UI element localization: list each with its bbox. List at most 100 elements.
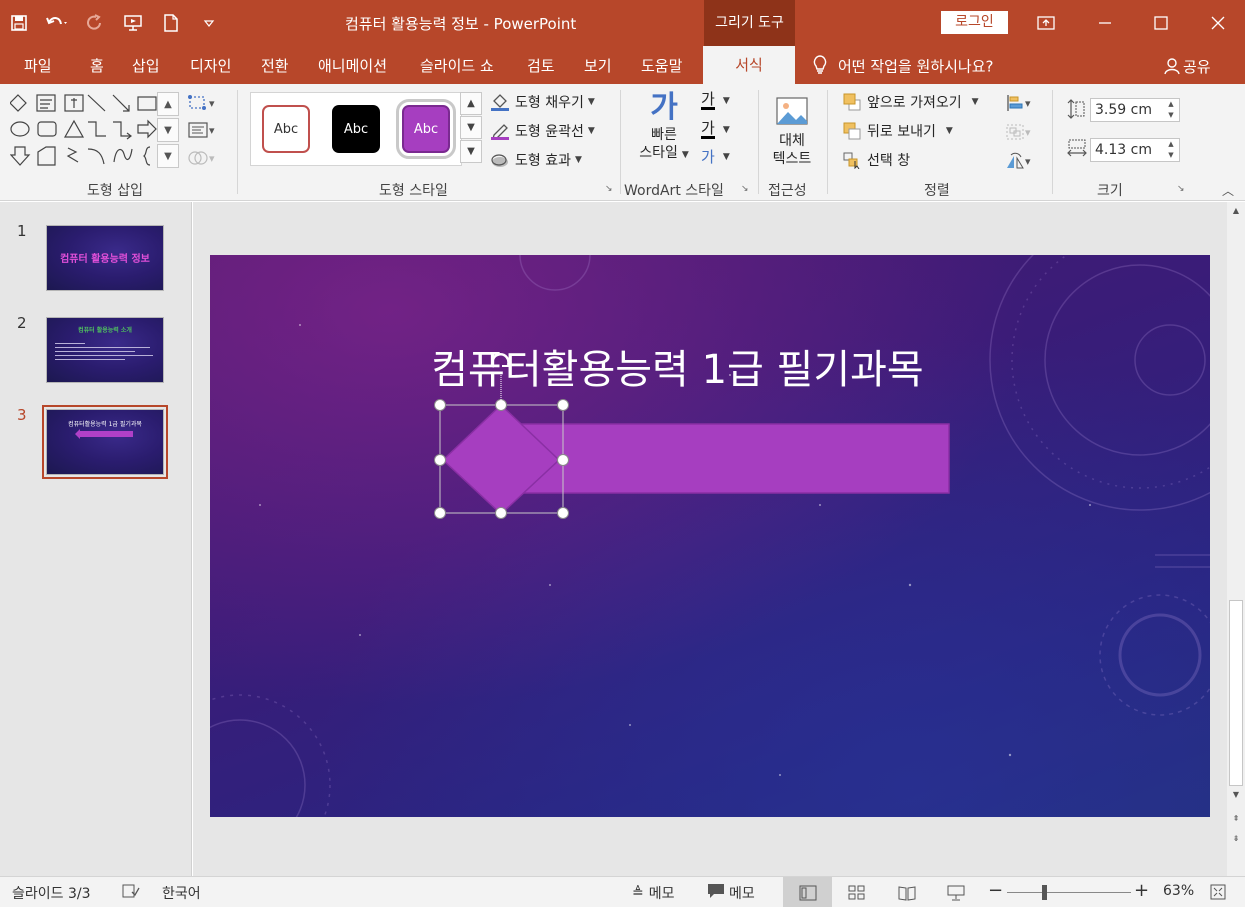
language-indicator[interactable]: 한국어 xyxy=(162,883,201,903)
share-button[interactable]: 공유 xyxy=(1164,56,1211,79)
style-swatch-black[interactable]: Abc xyxy=(332,105,380,153)
normal-view-icon[interactable] xyxy=(783,877,832,907)
tab-slideshow[interactable]: 슬라이드 쇼 xyxy=(420,55,494,76)
size-launcher-icon[interactable]: ↘ xyxy=(1177,184,1185,194)
tab-transitions[interactable]: 전환 xyxy=(261,55,289,76)
tab-design[interactable]: 디자인 xyxy=(190,55,231,76)
rotate-icon[interactable]: ▾ xyxy=(1005,150,1039,172)
shape-fill-button[interactable]: 도형 채우기 ▼ xyxy=(490,92,595,112)
slide-canvas[interactable]: 컴퓨터활용능력 1급 필기과목 xyxy=(210,255,1210,817)
slide-thumbnail-1[interactable]: 컴퓨터 활용능력 정보 xyxy=(46,225,164,291)
zoom-slider-track[interactable] xyxy=(1007,892,1131,893)
scroll-down-arrow-icon[interactable]: ▼ xyxy=(1229,790,1243,804)
slideshow-view-icon[interactable] xyxy=(947,885,965,901)
text-effects-button[interactable]: 가 ▼ xyxy=(701,149,730,165)
bring-forward-button[interactable]: 앞으로 가져오기 ▼ xyxy=(842,92,979,112)
selection-pane-button[interactable]: 선택 창 xyxy=(842,150,910,170)
tab-animations[interactable]: 애니메이션 xyxy=(318,55,387,76)
shapes-gallery-scroll[interactable]: ▲ ▼ ▼ xyxy=(157,92,181,170)
thumbnail-title-2: 컴퓨터 활용능력 소개 xyxy=(78,327,132,334)
shape-styles-launcher-icon[interactable]: ↘ xyxy=(605,184,613,194)
vertical-scrollbar[interactable]: ▲ ▼ ⇞ ⇟ xyxy=(1227,202,1245,876)
login-button[interactable]: 로그인 xyxy=(941,11,1008,34)
slide-thumbnail-2[interactable]: 컴퓨터 활용능력 소개 xyxy=(46,317,164,383)
new-file-icon[interactable] xyxy=(152,0,190,46)
redo-icon[interactable] xyxy=(76,0,114,46)
scrollbar-thumb[interactable] xyxy=(1229,600,1243,786)
group-label-arrange: 정렬 xyxy=(924,183,950,199)
minimize-icon[interactable] xyxy=(1077,0,1132,46)
tell-me-search[interactable]: 어떤 작업을 원하시나요? xyxy=(812,55,994,79)
rectangle-shape[interactable] xyxy=(521,423,950,494)
close-icon[interactable] xyxy=(1190,0,1245,46)
gallery-more-icon[interactable]: ▼ xyxy=(460,140,482,163)
title-bar: 컴퓨터 활용능력 정보 - PowerPoint 그리기 도구 로그인 xyxy=(0,0,1245,46)
style-swatch-purple[interactable]: Abc xyxy=(396,99,456,159)
pen-icon xyxy=(490,122,510,140)
width-spinner[interactable]: ▲ ▼ xyxy=(1163,139,1179,161)
tab-file[interactable]: 파일 xyxy=(24,55,52,76)
quick-styles-icon: 가 xyxy=(650,90,678,125)
wordart-launcher-icon[interactable]: ↘ xyxy=(741,184,749,194)
quick-styles-button[interactable]: 가 빠른 스타일 ▼ xyxy=(634,90,694,176)
picture-icon xyxy=(764,92,820,132)
next-slide-icon[interactable]: ⇟ xyxy=(1229,834,1243,848)
chevron-up-icon[interactable]: ▲ xyxy=(460,92,482,115)
text-outline-button[interactable]: 가 ▼ xyxy=(701,120,730,139)
previous-slide-icon[interactable]: ⇞ xyxy=(1229,814,1243,828)
scroll-up-arrow-icon[interactable]: ▲ xyxy=(1229,206,1243,220)
ribbon-tabs: 파일 홈 삽입 디자인 전환 애니메이션 슬라이드 쇼 검토 보기 도움말 서식… xyxy=(0,46,1245,84)
maximize-icon[interactable] xyxy=(1133,0,1188,46)
zoom-out-icon[interactable]: − xyxy=(988,880,1003,901)
chevron-down-icon[interactable]: ▼ xyxy=(460,116,482,139)
align-icon[interactable]: ▾ xyxy=(1005,92,1039,114)
save-icon[interactable] xyxy=(0,0,38,46)
zoom-slider-handle[interactable] xyxy=(1042,885,1047,900)
rotate-handle-icon[interactable] xyxy=(491,353,511,405)
customize-qat-icon[interactable] xyxy=(190,0,228,46)
diamond-shape[interactable] xyxy=(441,403,561,516)
bring-forward-icon xyxy=(842,93,862,111)
style-swatch-outline[interactable]: Abc xyxy=(262,105,310,153)
slide-thumbnail-3[interactable]: 컴퓨터활용능력 1급 필기과목 xyxy=(42,405,168,479)
notes-button[interactable]: ≜ 메모 xyxy=(632,883,675,903)
text-box-icon[interactable]: ▾ xyxy=(187,119,221,141)
tab-view[interactable]: 보기 xyxy=(584,55,612,76)
height-spinner[interactable]: ▲ ▼ xyxy=(1163,99,1179,121)
ribbon-separator xyxy=(758,90,759,194)
shape-height-input[interactable]: 3.59 cm ▲ ▼ xyxy=(1090,98,1180,122)
zoom-in-icon[interactable]: + xyxy=(1134,880,1149,901)
shape-effects-button[interactable]: 도형 효과 ▼ xyxy=(490,150,582,170)
ribbon-display-options-icon[interactable] xyxy=(1018,0,1073,46)
undo-icon[interactable] xyxy=(38,0,76,46)
edit-shape-icon[interactable]: ▾ xyxy=(187,92,221,114)
person-icon xyxy=(1164,57,1180,79)
collapse-ribbon-icon[interactable]: ︿ xyxy=(1222,182,1234,199)
expand-gallery-icon[interactable]: ▼ xyxy=(157,144,179,168)
ribbon-separator xyxy=(827,90,828,194)
tab-format[interactable]: 서식 xyxy=(703,46,795,84)
scroll-up-icon[interactable]: ▲ xyxy=(157,92,179,116)
text-fill-button[interactable]: 가 ▼ xyxy=(701,91,730,110)
comments-button[interactable]: 메모 xyxy=(707,883,755,903)
notes-icon: ≜ xyxy=(632,885,644,901)
spell-check-icon[interactable] xyxy=(122,883,140,899)
reading-view-icon[interactable] xyxy=(898,885,916,901)
slide-thumbnail-pane: 1 컴퓨터 활용능력 정보 2 컴퓨터 활용능력 소개 3 컴퓨터활용능력 1급… xyxy=(0,202,192,876)
fit-to-window-icon[interactable] xyxy=(1210,884,1226,900)
merge-shapes-icon[interactable]: ▾ xyxy=(187,147,221,169)
zoom-level[interactable]: 63% xyxy=(1163,883,1194,899)
tab-help[interactable]: 도움말 xyxy=(641,55,682,76)
group-objects-icon[interactable]: ▾ xyxy=(1005,121,1039,143)
send-backward-button[interactable]: 뒤로 보내기 ▼ xyxy=(842,121,953,141)
tab-review[interactable]: 검토 xyxy=(527,55,555,76)
shape-outline-button[interactable]: 도형 윤곽선 ▼ xyxy=(490,121,595,141)
tab-home[interactable]: 홈 xyxy=(90,55,104,76)
slide-sorter-view-icon[interactable] xyxy=(848,885,866,901)
scroll-down-icon[interactable]: ▼ xyxy=(157,118,179,142)
tab-insert[interactable]: 삽입 xyxy=(132,55,160,76)
present-from-start-icon[interactable] xyxy=(114,0,152,46)
styles-gallery-scroll[interactable]: ▲ ▼ ▼ xyxy=(460,92,484,166)
alt-text-button[interactable]: 대체 텍스트 xyxy=(764,92,820,178)
shape-width-input[interactable]: 4.13 cm ▲ ▼ xyxy=(1090,138,1180,162)
